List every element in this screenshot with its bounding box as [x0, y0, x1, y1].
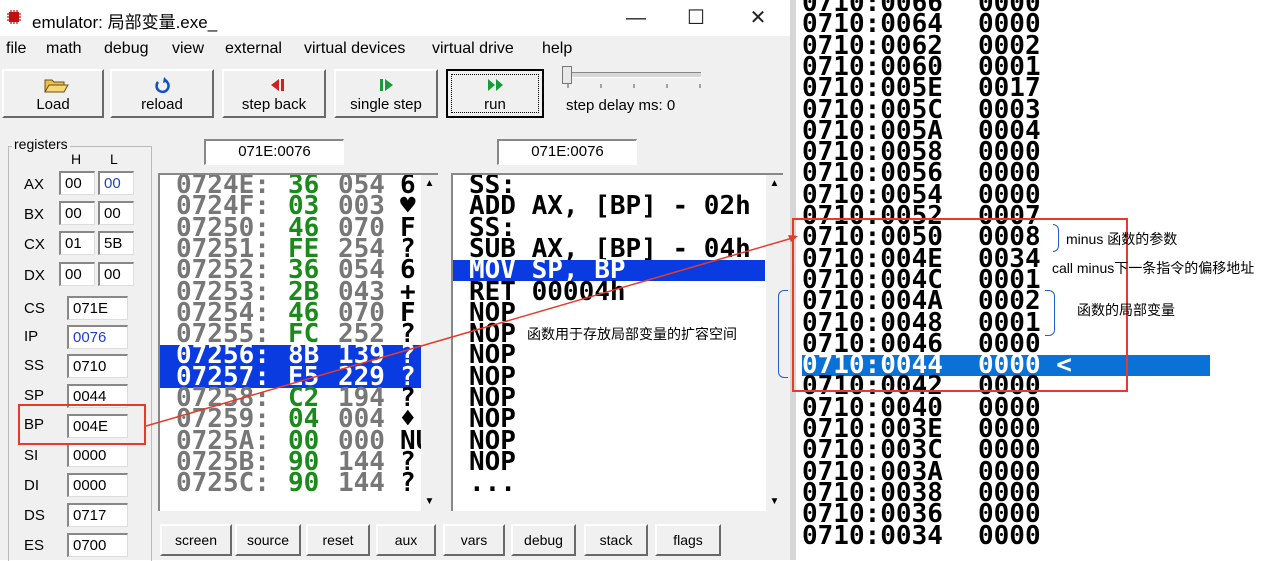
reload-icon	[155, 77, 170, 94]
menu-math[interactable]: math	[46, 40, 82, 58]
single-step-button[interactable]: single step	[334, 69, 438, 118]
return-address-annotation: call minus下一条指令的偏移地址	[1052, 260, 1255, 276]
register-name: SI	[24, 447, 39, 464]
menu-help[interactable]: help	[542, 40, 572, 58]
memory-hex-value: 90	[288, 468, 320, 499]
reset-button[interactable]: reset	[306, 524, 370, 556]
ip-field[interactable]: 0076	[67, 325, 128, 349]
slider-ticks	[567, 84, 701, 88]
step-delay-slider[interactable]	[565, 72, 701, 78]
stack-blank-area	[1210, 0, 1288, 560]
params-annotation: minus 函数的参数	[1066, 231, 1178, 247]
memory-row[interactable]: 0725C: 90 144?	[160, 468, 422, 499]
bx-high-field[interactable]: 00	[59, 201, 95, 225]
ax-low-field[interactable]: 00	[98, 171, 134, 195]
screen-button[interactable]: screen	[160, 524, 232, 556]
window-title: emulator: 局部变量.exe_	[32, 13, 218, 32]
cx-high-field[interactable]: 01	[59, 231, 95, 255]
di-field[interactable]: 0000	[67, 473, 128, 497]
register-name: AX	[24, 176, 45, 193]
slider-thumb[interactable]	[562, 66, 572, 84]
scroll-down-icon[interactable]: ▼	[766, 493, 783, 510]
folder-open-icon	[44, 79, 69, 93]
menu-virtual-devices[interactable]: virtual devices	[304, 40, 405, 58]
cx-low-field[interactable]: 5B	[98, 231, 134, 255]
reload-label: reload	[141, 96, 183, 113]
expansion-annotation: 函数用于存放局部变量的扩容空间	[527, 324, 737, 344]
step-back-button[interactable]: step back	[222, 69, 326, 118]
reload-button[interactable]: reload	[110, 69, 214, 118]
ds-field[interactable]: 0717	[67, 503, 128, 527]
ss-field[interactable]: 0710	[67, 354, 128, 378]
memory-address: 0725C:	[176, 468, 270, 499]
registers-caption: registers	[12, 136, 70, 152]
single-step-label: single step	[350, 96, 422, 113]
es-field[interactable]: 0700	[67, 533, 128, 557]
chip-icon	[7, 10, 21, 24]
dx-high-field[interactable]: 00	[59, 262, 95, 286]
run-button[interactable]: run	[446, 69, 544, 118]
run-icon	[488, 79, 503, 91]
memory-dec-value: 144	[338, 468, 385, 499]
register-name: DX	[24, 267, 45, 284]
load-button[interactable]: Load	[2, 69, 104, 118]
dx-low-field[interactable]: 00	[98, 262, 134, 286]
params-brace	[1053, 224, 1059, 252]
menu-file[interactable]: file	[6, 40, 26, 58]
menu-view[interactable]: view	[172, 40, 204, 58]
stack-row[interactable]: 0710:0034 0000	[802, 520, 1216, 551]
register-name: SS	[24, 357, 45, 374]
bx-low-field[interactable]: 00	[98, 201, 134, 225]
close-button[interactable]: ✕	[744, 6, 772, 30]
minimize-button[interactable]: —	[622, 6, 650, 30]
stack-button[interactable]: stack	[584, 524, 648, 556]
si-field[interactable]: 0000	[67, 443, 128, 467]
step-back-label: step back	[241, 96, 307, 113]
menu-virtual-drive[interactable]: virtual drive	[432, 40, 514, 58]
high-byte-label: H	[71, 151, 82, 167]
disasm-address-field[interactable]: 071E:0076	[497, 139, 637, 165]
red-arrow	[146, 235, 798, 427]
stack-address: 0710:0034	[802, 520, 943, 551]
maximize-button[interactable]: ☐	[682, 6, 710, 30]
expansion-brace	[778, 290, 788, 378]
title-bar: emulator: 局部变量.exe_ — ☐ ✕	[0, 0, 790, 36]
vars-button[interactable]: vars	[443, 524, 505, 556]
flags-button[interactable]: flags	[655, 524, 721, 556]
register-name: SP	[24, 387, 45, 404]
register-name: DI	[24, 477, 39, 494]
scroll-down-icon[interactable]: ▼	[421, 493, 438, 510]
debug-button[interactable]: debug	[511, 524, 576, 556]
step-back-icon	[271, 79, 284, 91]
register-name: BX	[24, 206, 45, 223]
load-label: Load	[36, 96, 70, 113]
stack-value: 0000	[978, 520, 1041, 551]
bp-highlight-box	[18, 404, 146, 445]
locals-brace	[1045, 290, 1055, 336]
register-name: ES	[24, 537, 45, 554]
register-name: CX	[24, 236, 45, 253]
menu-debug[interactable]: debug	[104, 40, 149, 58]
low-byte-label: L	[110, 151, 118, 167]
menu-external[interactable]: external	[225, 40, 282, 58]
register-name: DS	[24, 507, 45, 524]
disasm-instruction: ...	[469, 468, 516, 499]
source-button[interactable]: source	[235, 524, 301, 556]
register-name: IP	[24, 328, 39, 345]
aux-button[interactable]: aux	[376, 524, 436, 556]
locals-annotation: 函数的局部变量	[1077, 302, 1175, 318]
memory-address-field[interactable]: 071E:0076	[204, 139, 344, 165]
single-step-icon	[380, 79, 393, 91]
register-name: CS	[24, 300, 45, 317]
cs-field[interactable]: 071E	[67, 296, 128, 320]
ax-high-field[interactable]: 00	[59, 171, 95, 195]
memory-char: ?	[400, 468, 416, 499]
run-label: run	[484, 96, 506, 113]
disasm-row[interactable]: ...	[453, 468, 765, 499]
step-delay-label: step delay ms: 0	[566, 97, 676, 114]
